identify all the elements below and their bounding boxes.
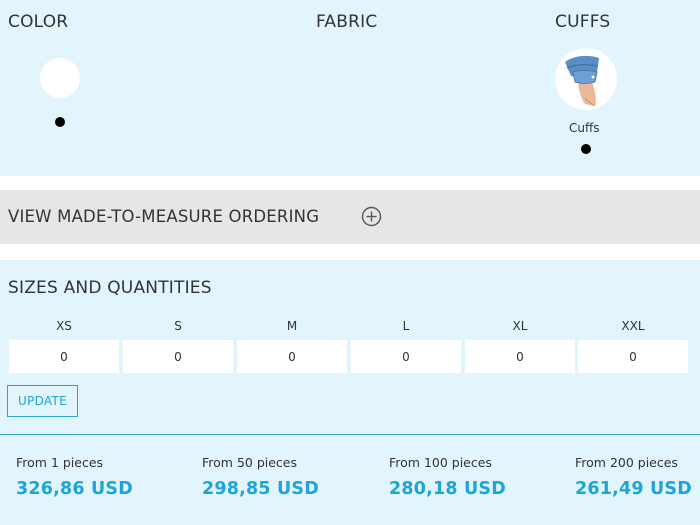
quantity-input-xl[interactable]	[465, 340, 575, 373]
color-swatch-white[interactable]	[40, 58, 80, 98]
fabric-title: FABRIC	[316, 12, 378, 32]
price-tier-label: From 100 pieces	[389, 455, 492, 470]
options-panel: COLOR FABRIC CUFFS Cuffs	[0, 0, 700, 176]
price-tier: From 200 pieces 261,49 USD	[575, 435, 700, 525]
plus-circle-icon[interactable]	[361, 206, 382, 227]
size-label-l: L	[402, 319, 410, 333]
price-tier-value: 280,18 USD	[389, 479, 506, 499]
selected-indicator-dot	[581, 144, 591, 154]
cuff-swatch[interactable]	[555, 48, 617, 110]
price-tiers: From 1 pieces 326,86 USD From 50 pieces …	[0, 434, 700, 525]
price-tier: From 100 pieces 280,18 USD	[389, 435, 564, 525]
price-tier: From 1 pieces 326,86 USD	[16, 435, 191, 525]
size-label-xxl: XXL	[621, 319, 645, 333]
color-title: COLOR	[8, 12, 69, 32]
shirt-cuff-image	[565, 55, 599, 107]
price-tier-value: 298,85 USD	[202, 479, 319, 499]
sizes-panel: SIZES AND QUANTITIES XS S M L XL XXL UPD…	[0, 260, 700, 435]
quantity-input-xs[interactable]	[9, 340, 119, 373]
color-option: COLOR	[0, 0, 233, 176]
size-label-xs: XS	[56, 319, 72, 333]
price-tier-value: 261,49 USD	[575, 479, 692, 499]
size-label-s: S	[174, 319, 182, 333]
quantity-input-xxl[interactable]	[578, 340, 688, 373]
price-tier: From 50 pieces 298,85 USD	[202, 435, 377, 525]
update-button[interactable]: UPDATE	[7, 385, 78, 417]
fabric-option: FABRIC	[233, 0, 466, 176]
cuffs-title: CUFFS	[555, 12, 611, 32]
quantity-input-s[interactable]	[123, 340, 233, 373]
price-tier-label: From 1 pieces	[16, 455, 104, 470]
cuffs-option: CUFFS Cuffs	[466, 0, 699, 176]
quantity-input-l[interactable]	[351, 340, 461, 373]
cuffs-item-label: Cuffs	[569, 121, 600, 135]
price-tier-value: 326,86 USD	[16, 479, 133, 499]
made-to-measure-bar[interactable]: VIEW MADE-TO-MEASURE ORDERING	[0, 190, 700, 244]
price-tier-label: From 50 pieces	[202, 455, 297, 470]
selected-indicator-dot	[55, 117, 65, 127]
price-tier-label: From 200 pieces	[575, 455, 678, 470]
size-label-xl: XL	[512, 319, 528, 333]
size-label-m: M	[286, 319, 298, 333]
quantity-input-m[interactable]	[237, 340, 347, 373]
sizes-title: SIZES AND QUANTITIES	[8, 278, 212, 298]
made-to-measure-label[interactable]: VIEW MADE-TO-MEASURE ORDERING	[8, 207, 319, 226]
